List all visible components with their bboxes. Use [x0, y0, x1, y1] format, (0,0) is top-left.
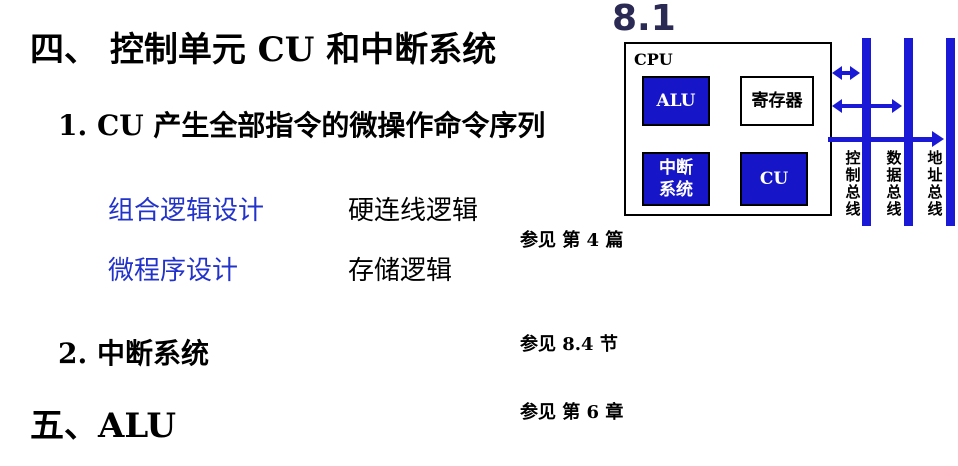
cpu-box: CPU ALU 寄存器 中断 系统 CU	[624, 42, 832, 216]
address-bus-line	[946, 38, 955, 226]
heading-control-unit: 四、 控制单元 CU 和中断系统	[30, 30, 497, 70]
cpu-label: CPU	[634, 50, 673, 69]
alu-block: ALU	[642, 76, 710, 126]
method-microprogram: 微程序设计	[108, 256, 239, 286]
interrupt-block: 中断 系统	[642, 152, 710, 206]
method-combinational: 组合逻辑设计	[108, 196, 265, 226]
register-block: 寄存器	[740, 76, 814, 126]
point-cu: 1. CU 产生全部指令的微操作命令序列	[58, 109, 546, 142]
ref-chapter6: 参见 第 6 章	[520, 402, 624, 423]
interrupt-label: 中断 系统	[659, 158, 693, 200]
register-label: 寄存器	[751, 91, 803, 111]
heading-alu: 五、ALU	[30, 406, 177, 446]
control-bus-label: 控制总线	[845, 149, 861, 218]
control-bus-arrow	[832, 66, 860, 80]
control-bus-line	[862, 38, 871, 226]
address-bus-label: 地址总线	[927, 149, 943, 218]
alu-label: ALU	[656, 91, 696, 111]
cu-label: CU	[759, 169, 789, 189]
data-bus-line	[904, 38, 913, 226]
impl-storage: 存储逻辑	[348, 256, 453, 286]
data-bus-label: 数据总线	[886, 149, 902, 218]
ref-part4: 参见 第 4 篇	[520, 230, 624, 251]
point-interrupt: 2. 中断系统	[58, 337, 209, 370]
impl-hardwired: 硬连线逻辑	[348, 196, 479, 226]
cu-block: CU	[740, 152, 808, 206]
ref-section-8-4: 参见 8.4 节	[520, 334, 618, 355]
section-number: 8.1	[612, 0, 676, 39]
address-bus-arrow	[828, 131, 944, 147]
